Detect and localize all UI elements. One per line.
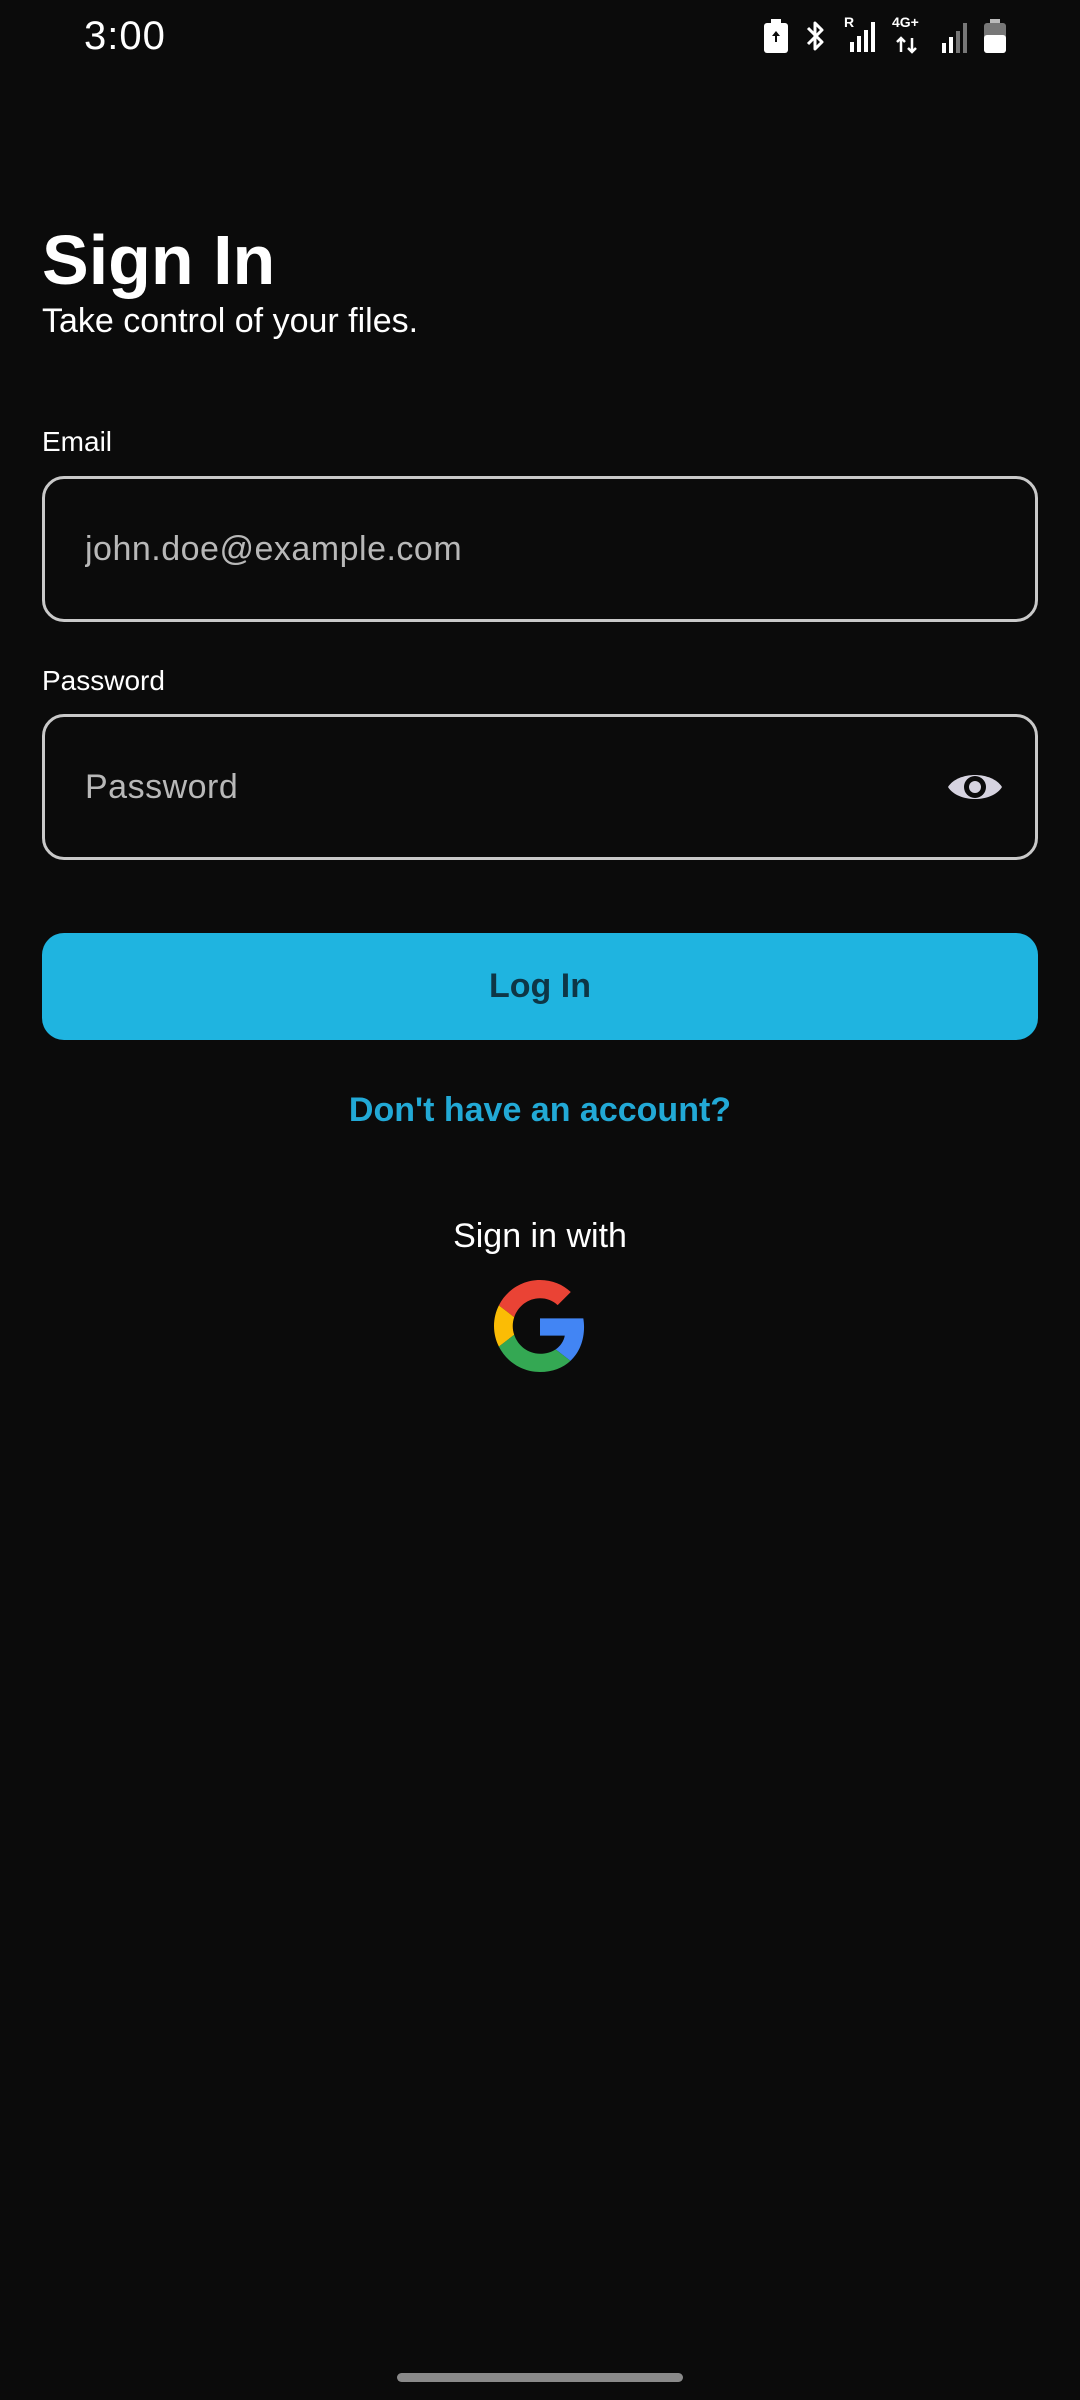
email-label: Email [42, 426, 113, 457]
home-indicator[interactable] [397, 2373, 683, 2382]
status-icons: R 4G+ [764, 14, 1006, 56]
status-time: 3:00 [84, 14, 166, 58]
sign-in-screen: 3:00 R 4G+ Sign In Take control of your … [0, 0, 1080, 2400]
signal-icon [942, 23, 967, 53]
bluetooth-icon [806, 21, 824, 51]
page-subtitle: Take control of your files. [42, 302, 419, 340]
mobile-data-icon: 4G+ [892, 14, 926, 54]
battery-saver-icon [764, 19, 788, 53]
email-field-container [42, 476, 1038, 622]
status-bar: 3:00 R 4G+ [0, 0, 1080, 76]
eye-icon[interactable] [945, 763, 1005, 811]
google-icon [494, 1280, 585, 1372]
signup-link[interactable]: Don't have an account? [0, 1088, 1080, 1132]
password-field-container [42, 714, 1038, 860]
email-field[interactable] [85, 479, 925, 619]
password-label: Password [42, 665, 165, 696]
sign-in-with-label: Sign in with [453, 1217, 627, 1255]
password-field[interactable] [85, 717, 925, 857]
signal-roaming-icon: R [844, 14, 878, 54]
google-sign-in-button[interactable] [494, 1280, 586, 1372]
battery-icon [984, 19, 1006, 53]
page-title: Sign In [42, 221, 276, 299]
login-button[interactable]: Log In [42, 933, 1038, 1040]
